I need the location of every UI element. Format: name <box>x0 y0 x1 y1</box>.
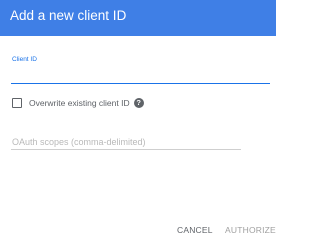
oauth-scopes-input[interactable] <box>11 134 241 150</box>
overwrite-checkbox[interactable] <box>12 98 22 108</box>
overwrite-label[interactable]: Overwrite existing client ID <box>29 98 130 108</box>
add-client-id-dialog: Add a new client ID Client ID Overwrite … <box>0 0 276 245</box>
dialog-header: Add a new client ID <box>0 0 276 36</box>
help-icon[interactable]: ? <box>133 98 144 108</box>
client-id-label: Client ID <box>12 56 37 63</box>
overwrite-option: Overwrite existing client ID ? <box>12 96 144 110</box>
cancel-button[interactable]: CANCEL <box>177 224 213 236</box>
authorize-button[interactable]: AUTHORIZE <box>225 224 276 236</box>
client-id-input[interactable] <box>11 66 270 84</box>
dialog-title: Add a new client ID <box>10 8 127 23</box>
